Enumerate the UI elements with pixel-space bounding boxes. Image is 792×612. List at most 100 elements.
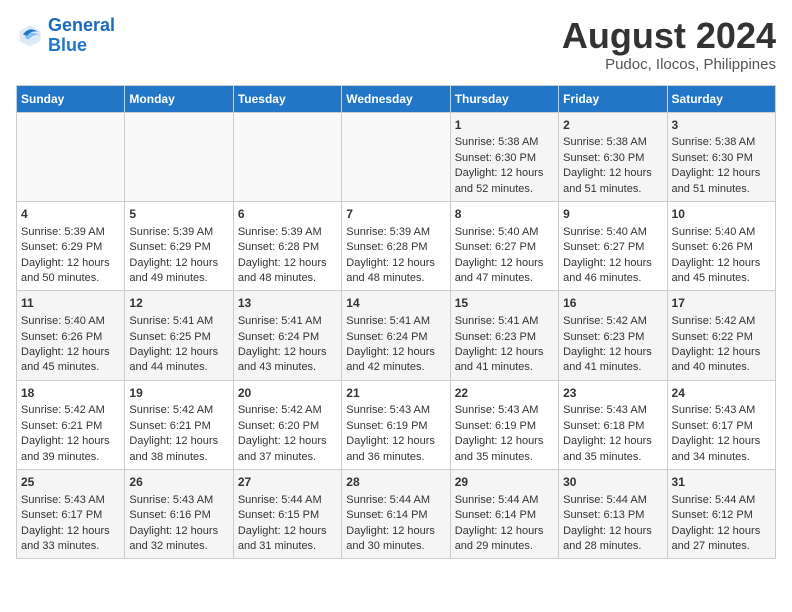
- cell-content-line: Sunset: 6:28 PM: [238, 240, 337, 255]
- cell-content-line: Sunrise: 5:44 AM: [672, 493, 771, 508]
- cell-content-line: Sunset: 6:23 PM: [563, 330, 662, 345]
- cell-content-line: Sunset: 6:15 PM: [238, 508, 337, 523]
- day-number: 30: [563, 474, 662, 491]
- cell-content-line: and 35 minutes.: [563, 450, 662, 465]
- cell-content-line: Sunrise: 5:43 AM: [672, 403, 771, 418]
- calendar-cell: 8Sunrise: 5:40 AMSunset: 6:27 PMDaylight…: [450, 201, 558, 290]
- day-number: 23: [563, 385, 662, 402]
- logo-line2: Blue: [48, 35, 87, 55]
- calendar-cell: [125, 112, 233, 201]
- cell-content-line: and 49 minutes.: [129, 271, 228, 286]
- cell-content-line: and 30 minutes.: [346, 539, 445, 554]
- cell-content-line: Sunset: 6:25 PM: [129, 330, 228, 345]
- cell-content-line: Daylight: 12 hours: [672, 345, 771, 360]
- cell-content-line: Sunrise: 5:41 AM: [455, 314, 554, 329]
- logo-icon: [16, 22, 44, 50]
- day-number: 6: [238, 206, 337, 223]
- cell-content-line: Daylight: 12 hours: [21, 345, 120, 360]
- cell-content-line: Sunrise: 5:40 AM: [21, 314, 120, 329]
- calendar-table: SundayMondayTuesdayWednesdayThursdayFrid…: [16, 85, 776, 560]
- cell-content-line: Sunset: 6:29 PM: [129, 240, 228, 255]
- cell-content-line: Sunset: 6:29 PM: [21, 240, 120, 255]
- cell-content-line: and 39 minutes.: [21, 450, 120, 465]
- calendar-cell: 15Sunrise: 5:41 AMSunset: 6:23 PMDayligh…: [450, 291, 558, 380]
- title-block: August 2024 Pudoc, Ilocos, Philippines: [562, 16, 776, 73]
- cell-content-line: Sunrise: 5:43 AM: [346, 403, 445, 418]
- calendar-cell: 29Sunrise: 5:44 AMSunset: 6:14 PMDayligh…: [450, 470, 558, 559]
- day-number: 10: [672, 206, 771, 223]
- cell-content-line: Sunset: 6:26 PM: [21, 330, 120, 345]
- calendar-cell: 3Sunrise: 5:38 AMSunset: 6:30 PMDaylight…: [667, 112, 775, 201]
- cell-content-line: and 52 minutes.: [455, 182, 554, 197]
- calendar-cell: 14Sunrise: 5:41 AMSunset: 6:24 PMDayligh…: [342, 291, 450, 380]
- cell-content-line: Sunrise: 5:42 AM: [563, 314, 662, 329]
- cell-content-line: Daylight: 12 hours: [21, 256, 120, 271]
- cell-content-line: Sunrise: 5:42 AM: [238, 403, 337, 418]
- cell-content-line: and 38 minutes.: [129, 450, 228, 465]
- cell-content-line: Daylight: 12 hours: [672, 166, 771, 181]
- cell-content-line: Sunrise: 5:41 AM: [346, 314, 445, 329]
- day-number: 31: [672, 474, 771, 491]
- cell-content-line: Daylight: 12 hours: [346, 524, 445, 539]
- day-number: 12: [129, 295, 228, 312]
- cell-content-line: Daylight: 12 hours: [346, 434, 445, 449]
- cell-content-line: Sunrise: 5:43 AM: [129, 493, 228, 508]
- calendar-cell: [233, 112, 341, 201]
- cell-content-line: Sunrise: 5:44 AM: [563, 493, 662, 508]
- cell-content-line: and 27 minutes.: [672, 539, 771, 554]
- cell-content-line: and 50 minutes.: [21, 271, 120, 286]
- day-number: 29: [455, 474, 554, 491]
- day-header-sunday: Sunday: [17, 85, 125, 112]
- day-header-wednesday: Wednesday: [342, 85, 450, 112]
- cell-content-line: Daylight: 12 hours: [129, 345, 228, 360]
- cell-content-line: and 51 minutes.: [563, 182, 662, 197]
- cell-content-line: and 32 minutes.: [129, 539, 228, 554]
- calendar-week-row: 4Sunrise: 5:39 AMSunset: 6:29 PMDaylight…: [17, 201, 776, 290]
- cell-content-line: Sunrise: 5:39 AM: [21, 225, 120, 240]
- cell-content-line: Daylight: 12 hours: [238, 345, 337, 360]
- calendar-week-row: 1Sunrise: 5:38 AMSunset: 6:30 PMDaylight…: [17, 112, 776, 201]
- day-header-thursday: Thursday: [450, 85, 558, 112]
- day-number: 27: [238, 474, 337, 491]
- logo-text: General Blue: [48, 16, 115, 56]
- calendar-week-row: 11Sunrise: 5:40 AMSunset: 6:26 PMDayligh…: [17, 291, 776, 380]
- cell-content-line: Sunrise: 5:42 AM: [672, 314, 771, 329]
- day-number: 28: [346, 474, 445, 491]
- cell-content-line: Daylight: 12 hours: [346, 256, 445, 271]
- cell-content-line: Sunset: 6:14 PM: [346, 508, 445, 523]
- cell-content-line: and 41 minutes.: [563, 360, 662, 375]
- calendar-cell: 1Sunrise: 5:38 AMSunset: 6:30 PMDaylight…: [450, 112, 558, 201]
- cell-content-line: Sunset: 6:17 PM: [672, 419, 771, 434]
- cell-content-line: Sunset: 6:18 PM: [563, 419, 662, 434]
- day-number: 22: [455, 385, 554, 402]
- cell-content-line: Sunrise: 5:38 AM: [563, 135, 662, 150]
- location-subtitle: Pudoc, Ilocos, Philippines: [562, 56, 776, 73]
- cell-content-line: and 42 minutes.: [346, 360, 445, 375]
- day-number: 18: [21, 385, 120, 402]
- month-year-title: August 2024: [562, 16, 776, 56]
- calendar-cell: 9Sunrise: 5:40 AMSunset: 6:27 PMDaylight…: [559, 201, 667, 290]
- cell-content-line: and 35 minutes.: [455, 450, 554, 465]
- cell-content-line: Sunrise: 5:39 AM: [346, 225, 445, 240]
- cell-content-line: and 48 minutes.: [346, 271, 445, 286]
- calendar-cell: 28 Sunrise: 5:44 AMSunset: 6:14 PMDayligh…: [342, 470, 450, 559]
- cell-content-line: and 48 minutes.: [238, 271, 337, 286]
- cell-content-line: and 51 minutes.: [672, 182, 771, 197]
- day-number: 15: [455, 295, 554, 312]
- day-number: 19: [129, 385, 228, 402]
- day-number: 14: [346, 295, 445, 312]
- day-number: 1: [455, 117, 554, 134]
- calendar-cell: 25Sunrise: 5:43 AMSunset: 6:17 PMDayligh…: [17, 470, 125, 559]
- calendar-cell: 24Sunrise: 5:43 AMSunset: 6:17 PMDayligh…: [667, 380, 775, 469]
- calendar-cell: 23Sunrise: 5:43 AMSunset: 6:18 PMDayligh…: [559, 380, 667, 469]
- cell-content-line: Sunset: 6:16 PM: [129, 508, 228, 523]
- calendar-cell: 27Sunrise: 5:44 AMSunset: 6:15 PMDayligh…: [233, 470, 341, 559]
- cell-content-line: Daylight: 12 hours: [672, 524, 771, 539]
- calendar-cell: 22Sunrise: 5:43 AMSunset: 6:19 PMDayligh…: [450, 380, 558, 469]
- cell-content-line: and 36 minutes.: [346, 450, 445, 465]
- cell-content-line: Sunrise: 5:44 AM: [346, 493, 445, 508]
- day-number: 21: [346, 385, 445, 402]
- cell-content-line: Sunrise: 5:43 AM: [563, 403, 662, 418]
- cell-content-line: Sunset: 6:26 PM: [672, 240, 771, 255]
- cell-content-line: Sunset: 6:28 PM: [346, 240, 445, 255]
